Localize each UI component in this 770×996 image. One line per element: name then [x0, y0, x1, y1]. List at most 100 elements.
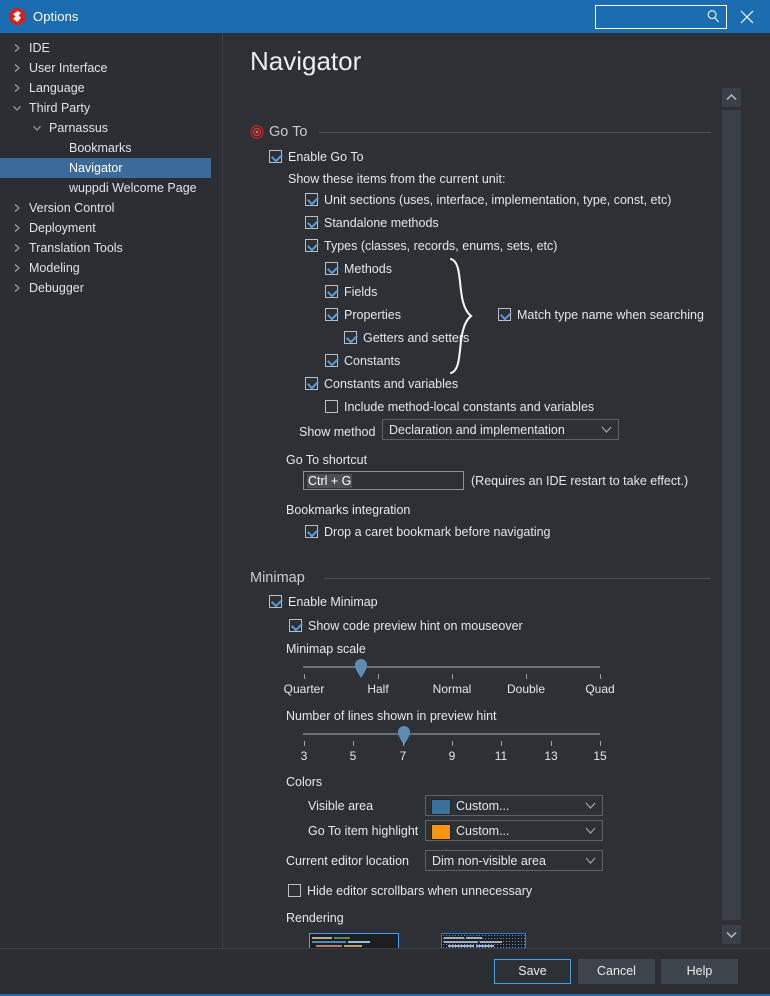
chevron-up-icon — [726, 93, 737, 101]
label-properties: Properties — [344, 308, 401, 322]
checkbox-types[interactable] — [305, 239, 318, 252]
slider-tick-label: Double — [506, 682, 546, 696]
chevron-right-icon[interactable] — [12, 58, 22, 78]
minimap-group-label: Minimap — [250, 570, 305, 586]
checkbox-constants-variables[interactable] — [305, 377, 318, 390]
chevron-down-icon[interactable] — [12, 98, 22, 118]
show-items-label: Show these items from the current unit: — [288, 172, 506, 186]
page-title: Navigator — [250, 46, 362, 76]
chevron-down-icon[interactable] — [32, 118, 42, 138]
code-line-segment — [312, 941, 346, 943]
chevron-right-icon[interactable] — [12, 238, 22, 258]
checkbox-preview-hint[interactable] — [289, 619, 302, 632]
goto-highlight-combobox[interactable]: Custom... — [425, 820, 603, 841]
settings-tree-sidebar[interactable]: IDE User Interface Language Third Party Parn… — [0, 33, 223, 948]
visible-area-combobox[interactable]: Custom... — [425, 795, 603, 816]
rendering-preview-pixel[interactable] — [441, 933, 526, 948]
editor-location-combobox[interactable]: Dim non-visible area — [425, 850, 603, 871]
checkbox-hide-scrollbars[interactable] — [288, 884, 301, 897]
close-button[interactable] — [736, 6, 758, 28]
checkbox-match-type-name[interactable] — [498, 308, 511, 321]
rendering-preview-text[interactable] — [309, 933, 399, 948]
minimap-scale-thumb[interactable] — [355, 659, 367, 678]
minimap-scale-label: Minimap scale — [286, 642, 366, 656]
goto-shortcut-input[interactable]: Ctrl + G — [303, 471, 464, 490]
checkbox-getters-setters[interactable] — [344, 331, 357, 344]
sidebar-item-label: Modeling — [29, 261, 80, 275]
sidebar-item-version-control[interactable]: Version Control — [0, 198, 211, 218]
slider-tick — [452, 741, 453, 746]
slider-tick-label: Quad — [585, 682, 615, 696]
chevron-right-icon[interactable] — [12, 278, 22, 298]
checkbox-methods[interactable] — [325, 262, 338, 275]
chevron-right-icon[interactable] — [12, 38, 22, 58]
search-box[interactable] — [595, 5, 727, 29]
sidebar-item-third-party[interactable]: Third Party — [0, 98, 211, 118]
slider-tick — [526, 674, 527, 679]
sidebar-item-label: Bookmarks — [69, 141, 132, 155]
chevron-down-icon — [726, 931, 737, 939]
checkbox-fields[interactable] — [325, 285, 338, 298]
slider-tick — [501, 741, 502, 746]
sidebar-item-label: IDE — [29, 41, 50, 55]
sidebar-item-parnassus[interactable]: Parnassus — [0, 118, 211, 138]
enable-minimap-label: Enable Minimap — [288, 595, 378, 609]
window-title: Options — [33, 9, 79, 24]
show-method-value: Declaration and implementation — [389, 423, 565, 437]
sidebar-item-label: Deployment — [29, 221, 96, 235]
label-drop-caret-bookmark: Drop a caret bookmark before navigating — [324, 525, 551, 539]
scrollbar-thumb[interactable] — [722, 110, 741, 920]
checkbox-drop-caret-bookmark[interactable] — [305, 525, 318, 538]
close-icon — [740, 10, 754, 24]
slider-tick-label: Half — [367, 682, 389, 696]
rendering-label: Rendering — [286, 911, 344, 925]
sidebar-item-user-interface[interactable]: User Interface — [0, 58, 211, 78]
checkbox-constants[interactable] — [325, 354, 338, 367]
sidebar-item-modeling[interactable]: Modeling — [0, 258, 211, 278]
chevron-down-icon — [585, 802, 596, 809]
chevron-right-icon[interactable] — [12, 218, 22, 238]
sidebar-item-deployment[interactable]: Deployment — [0, 218, 211, 238]
app-logo-icon — [9, 8, 26, 25]
sidebar-item-bookmarks[interactable]: Bookmarks — [0, 138, 211, 158]
sidebar-item-language[interactable]: Language — [0, 78, 211, 98]
main-scrollbar[interactable] — [722, 88, 741, 944]
slider-tick-label: Quarter — [283, 682, 325, 696]
scroll-down-button[interactable] — [722, 925, 741, 944]
slider-tick — [403, 741, 404, 746]
enable-minimap-checkbox[interactable] — [269, 595, 282, 608]
cancel-button[interactable]: Cancel — [578, 959, 655, 984]
chevron-right-icon[interactable] — [12, 78, 22, 98]
checkbox-standalone-methods[interactable] — [305, 216, 318, 229]
minimap-scale-track[interactable] — [303, 666, 600, 668]
sidebar-item-navigator[interactable]: Navigator — [0, 158, 211, 178]
sidebar-item-debugger[interactable]: Debugger — [0, 278, 211, 298]
lines-preview-thumb[interactable] — [398, 726, 410, 745]
goto-target-icon — [250, 125, 264, 139]
save-button[interactable]: Save — [494, 959, 571, 984]
help-button[interactable]: Help — [661, 959, 738, 984]
checkbox-properties[interactable] — [325, 308, 338, 321]
code-line-segment — [334, 937, 350, 939]
enable-goto-checkbox[interactable] — [269, 150, 282, 163]
label-constants: Constants — [344, 354, 401, 368]
label-method-local: Include method-local constants and varia… — [344, 400, 595, 414]
sidebar-item-translation-tools[interactable]: Translation Tools — [0, 238, 211, 258]
show-method-combobox[interactable]: Declaration and implementation — [382, 419, 619, 440]
chevron-right-icon[interactable] — [12, 198, 22, 218]
label-fields: Fields — [344, 285, 378, 299]
checkbox-unit-sections[interactable] — [305, 193, 318, 206]
sidebar-item-wuppdi-welcome-page[interactable]: wuppdi Welcome Page — [0, 178, 211, 198]
show-method-label: Show method — [299, 425, 376, 439]
slider-tick — [378, 674, 379, 679]
label-constants-variables: Constants and variables — [324, 377, 459, 391]
scroll-up-button[interactable] — [722, 88, 741, 107]
slider-tick-label: Normal — [432, 682, 472, 696]
search-input[interactable] — [600, 8, 706, 27]
chevron-right-icon[interactable] — [12, 258, 22, 278]
lines-preview-track[interactable] — [303, 733, 600, 735]
grouping-brace-icon — [449, 257, 473, 375]
checkbox-method-local[interactable] — [325, 400, 338, 413]
sidebar-item-ide[interactable]: IDE — [0, 38, 211, 58]
chevron-down-icon — [585, 827, 596, 834]
